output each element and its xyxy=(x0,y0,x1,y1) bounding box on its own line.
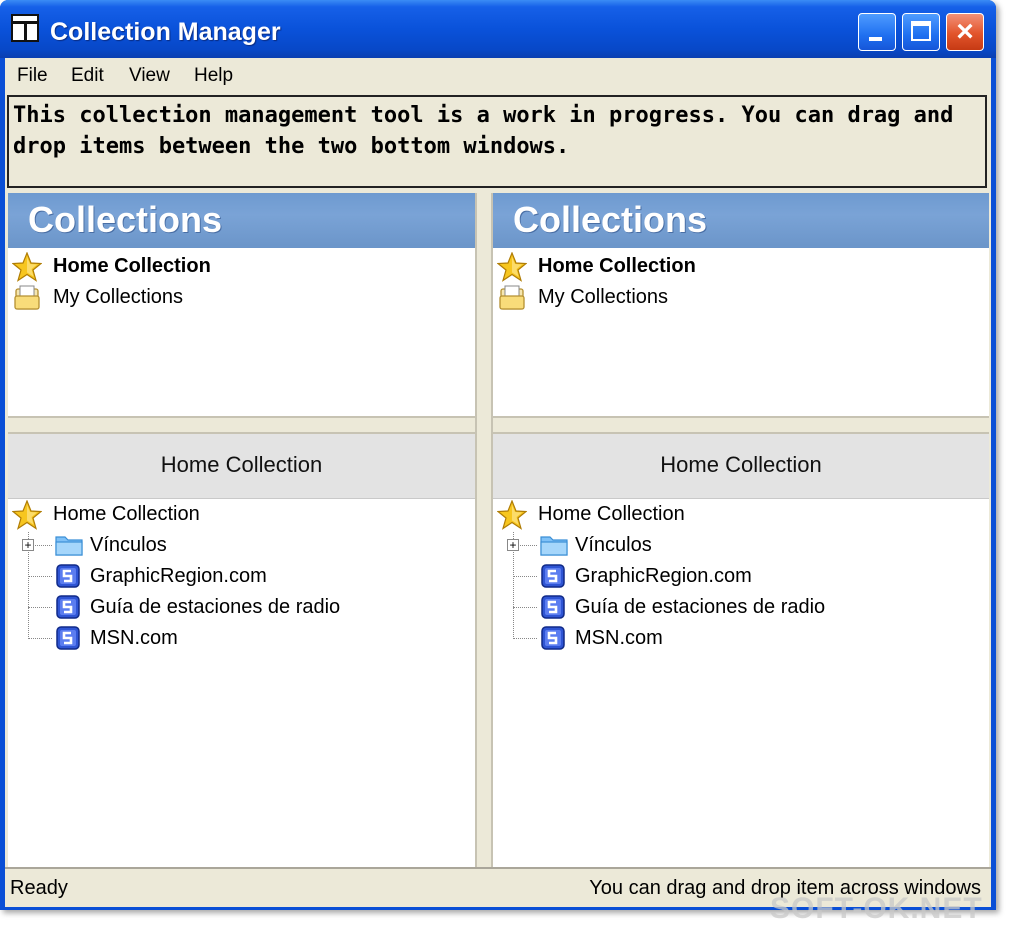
window-title: Collection Manager xyxy=(50,18,281,46)
collection-tree: Home Collection + Vínculos GraphicRegion.co… xyxy=(8,498,475,867)
link-icon xyxy=(54,593,86,623)
collections-header: Collections xyxy=(8,193,475,248)
link-icon xyxy=(54,624,86,654)
tree-item-label: GraphicRegion.com xyxy=(90,565,267,587)
link-icon xyxy=(539,593,571,623)
watermark: SOFT-OK.NET xyxy=(770,892,983,925)
collections-title: Collections xyxy=(513,199,708,240)
star-icon xyxy=(11,499,44,530)
tree-item-label: Vínculos xyxy=(90,534,167,556)
list-item-label: My Collections xyxy=(538,286,669,308)
folder-icon xyxy=(539,531,571,561)
folder-icon xyxy=(54,531,86,561)
tree-connector-branch xyxy=(513,576,537,577)
tree-connector-branch xyxy=(513,607,537,608)
status-ready: Ready xyxy=(10,877,68,899)
horizontal-splitter[interactable] xyxy=(8,416,475,434)
menu-edit[interactable]: Edit xyxy=(71,65,104,87)
minimize-button[interactable] xyxy=(858,13,896,51)
tree-item-label: MSN.com xyxy=(90,627,178,649)
link-icon xyxy=(539,562,571,592)
collections-pane-left: Collections Home Collection My Collections… xyxy=(8,193,475,867)
tree-item-label: MSN.com xyxy=(575,627,663,649)
tree-connector-branch xyxy=(28,638,52,639)
client-area: File Edit View Help This collection mana… xyxy=(5,58,991,907)
folder-open-icon xyxy=(497,283,529,313)
expand-toggle-icon[interactable]: + xyxy=(22,539,34,551)
title-bar[interactable]: Collection Manager × xyxy=(0,0,996,58)
menu-bar: File Edit View Help xyxy=(5,58,991,92)
tree-root-label: Home Collection xyxy=(53,503,200,525)
link-icon xyxy=(54,562,86,592)
pane-divider[interactable] xyxy=(475,193,493,867)
close-button[interactable]: × xyxy=(946,13,984,51)
star-icon xyxy=(496,499,529,530)
collections-pane-right: Collections Home Collection My Collections… xyxy=(493,193,989,867)
list-item-label: Home Collection xyxy=(53,255,211,277)
app-window: Collection Manager × File Edit View Help… xyxy=(0,0,996,910)
expand-toggle-icon[interactable]: + xyxy=(507,539,519,551)
tree-connector-branch xyxy=(28,576,52,577)
info-text-box: This collection management tool is a wor… xyxy=(7,95,987,188)
collection-subheader-title: Home Collection xyxy=(660,452,822,477)
collection-subheader: Home Collection xyxy=(493,434,989,499)
collection-subheader: Home Collection xyxy=(8,434,475,499)
tree-item-label: Vínculos xyxy=(575,534,652,556)
collection-subheader-title: Home Collection xyxy=(160,452,323,477)
collection-tree: Home Collection + Vínculos GraphicRegion.co… xyxy=(493,498,989,867)
tree-item-label: Guía de estaciones de radio xyxy=(575,596,826,618)
star-icon xyxy=(11,251,44,282)
list-item-label: My Collections xyxy=(53,286,184,308)
menu-view[interactable]: View xyxy=(129,65,170,87)
maximize-button[interactable] xyxy=(902,13,940,51)
close-icon: × xyxy=(956,15,974,48)
collections-list: Home Collection My Collections xyxy=(493,248,989,416)
folder-open-icon xyxy=(12,283,44,313)
link-icon xyxy=(539,624,571,654)
collections-header: Collections xyxy=(493,193,989,248)
app-icon[interactable] xyxy=(11,14,39,42)
menu-file[interactable]: File xyxy=(17,65,48,87)
menu-help[interactable]: Help xyxy=(194,65,233,87)
horizontal-splitter[interactable] xyxy=(493,416,989,434)
tree-connector-branch xyxy=(28,607,52,608)
tree-connector-branch xyxy=(513,638,537,639)
star-icon xyxy=(496,251,529,282)
collections-title: Collections xyxy=(28,199,223,240)
collections-list: Home Collection My Collections xyxy=(8,248,475,416)
tree-root-label: Home Collection xyxy=(538,503,685,525)
tree-item-label: GraphicRegion.com xyxy=(575,565,752,587)
list-item-label: Home Collection xyxy=(538,255,696,277)
maximize-icon xyxy=(911,21,931,41)
minimize-icon xyxy=(869,37,882,41)
tree-item-label: Guía de estaciones de radio xyxy=(90,596,341,618)
